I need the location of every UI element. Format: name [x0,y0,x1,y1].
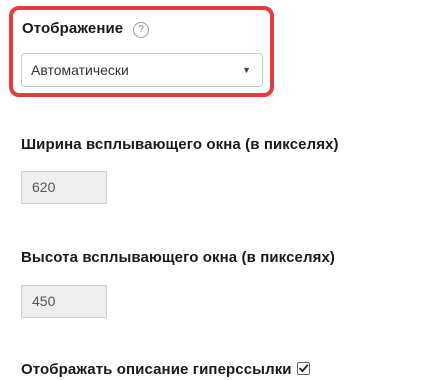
popup-width-label: Ширина всплывающего окна (в пикселях) [21,136,339,153]
display-label-text: Отображение [22,20,124,37]
question-circle-icon[interactable]: ? [133,22,150,38]
popup-height-input[interactable]: 450 [21,285,107,318]
checkmark-icon [298,364,308,373]
popup-width-input[interactable]: 620 [21,171,107,204]
show-description-checkbox[interactable] [296,362,310,375]
display-select-value: Автоматически [31,62,129,78]
display-select[interactable]: Автоматически ▼ [21,53,263,87]
show-description-label: Отображать описание гиперссылки [21,361,292,378]
display-field-label: Отображение? [22,20,150,38]
chevron-down-icon: ▼ [242,65,251,75]
popup-height-label: Высота всплывающего окна (в пикселях) [21,249,335,266]
settings-form: Отображение? Автоматически ▼ Ширина вспл… [0,0,432,380]
show-description-field: Отображать описание гиперссылки [21,361,310,378]
